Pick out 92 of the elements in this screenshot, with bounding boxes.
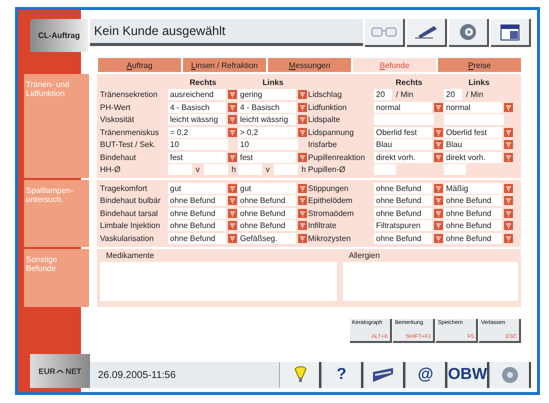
field-label: Bindehaut bulbär [100, 196, 162, 206]
input-field[interactable]: 20 [374, 89, 392, 100]
input-field[interactable]: gut [168, 182, 226, 194]
input-field[interactable]: ohne Befund [374, 182, 432, 194]
input-field[interactable]: Oberlid fest [374, 126, 432, 138]
input-field[interactable]: normal [444, 102, 502, 113]
notes-label: Medikamente [105, 250, 156, 262]
input-field[interactable]: Gefäßseg. [238, 232, 296, 244]
input-field[interactable]: normal [374, 102, 432, 113]
field-label: Mikrozysten [308, 234, 352, 243]
toolbar-button[interactable]: @ [405, 362, 447, 388]
input-field[interactable]: ohne Befund [444, 208, 502, 219]
input-field[interactable]: ohne Befund [238, 195, 296, 206]
input-field[interactable]: Filtratspuren [374, 220, 432, 232]
input-field[interactable]: Oberlid fest [444, 126, 502, 138]
field-label: Tränenmeniskus [100, 128, 160, 137]
input-field[interactable]: Mäßig [444, 182, 502, 194]
field-label: Stromaödem [308, 208, 355, 218]
input-field[interactable]: ohne Befund [374, 195, 432, 206]
field-label: Irisfarbe [308, 140, 338, 150]
input-field[interactable]: ohne Befund [444, 220, 502, 232]
tab[interactable]: Preise [438, 58, 521, 72]
column-header: Links [468, 78, 490, 87]
field-label: Bindehaut [100, 152, 138, 162]
field-label: Lidschlag [308, 90, 343, 100]
section-label: Sonstige Befunde [26, 254, 58, 272]
section-label: Spaltlampen- untersuch. [26, 186, 74, 204]
input-field[interactable]: fest [168, 152, 226, 163]
input-field[interactable]: direkt vorh. [374, 152, 432, 163]
column-header: Rechts [188, 78, 218, 87]
unit-label: / Min [395, 90, 414, 100]
tab[interactable]: Messungen [268, 58, 351, 72]
field-label: HH-Ø [100, 165, 122, 174]
field-label: Epithelödem [308, 196, 354, 206]
input-field[interactable]: 10 [238, 139, 298, 150]
input-field[interactable]: 4 - Basisch [238, 102, 296, 113]
input-field[interactable]: ohne Befund [238, 220, 296, 232]
field-label: Infiltrate [308, 221, 338, 230]
order-badge: CL-Auftrag [30, 19, 88, 52]
toolbar-button[interactable]: ? [321, 362, 363, 388]
input-field[interactable]: ohne Befund [444, 232, 502, 244]
input-field[interactable]: 4 - Basisch [168, 102, 226, 113]
field-label: Lidfunktion [308, 102, 348, 112]
input-field[interactable]: ohne Befund [374, 208, 432, 219]
field-label: Lidspannung [308, 128, 355, 137]
column-header: Rechts [394, 78, 424, 87]
input-field[interactable]: direkt vorh. [444, 152, 502, 163]
input-field[interactable]: = 0,2 [168, 126, 226, 138]
toolbar-button[interactable]: OBW [447, 362, 489, 388]
notes-label: Allergien [348, 250, 381, 262]
unit-label: v [194, 165, 201, 174]
date-time: 26.09.2005-11:56 [97, 370, 177, 380]
input-field[interactable]: > 0,2 [238, 126, 296, 138]
field-label: BUT-Test / Sek. [100, 140, 157, 150]
input-field[interactable]: leicht wässrig [238, 114, 296, 126]
section-label: Tränen- und Lidfunktion [26, 80, 70, 98]
unit-label: h [230, 165, 237, 174]
logo: EUR NET [30, 354, 90, 388]
input-field[interactable]: gering [238, 89, 296, 100]
unit-label: / Min [465, 90, 484, 100]
unit-label: v [264, 165, 271, 174]
input-field[interactable]: leicht wässrig [168, 114, 226, 126]
field-label: Bindehaut tarsal [100, 208, 159, 218]
field-label: Viskosität [100, 115, 136, 124]
input-field[interactable]: ohne Befund [168, 220, 226, 232]
input-field[interactable]: 10 [168, 139, 228, 150]
customer-title-bar: Kein Kunde ausgewählt [90, 19, 363, 46]
input-field[interactable]: ausreichend [168, 89, 226, 100]
field-label: Stippungen [308, 184, 350, 193]
input-field[interactable]: Blau [444, 139, 502, 150]
input-field[interactable]: gut [238, 182, 296, 194]
input-field[interactable]: ohne Befund [374, 232, 432, 244]
column-header: Links [262, 78, 284, 87]
input-field[interactable]: fest [238, 152, 296, 163]
field-label: Pupillen-Ø [308, 165, 346, 174]
input-field[interactable]: ohne Befund [168, 232, 226, 244]
unit-label: h [300, 165, 307, 174]
tab[interactable]: Auftrag [98, 58, 181, 72]
field-label: Limbale Injektion [100, 221, 162, 230]
input-field[interactable]: 20 [444, 89, 462, 100]
input-field[interactable]: ohne Befund [168, 208, 226, 219]
field-label: Pupillenreaktion [308, 152, 366, 162]
input-field[interactable]: ohne Befund [168, 195, 226, 206]
field-label: PH-Wert [100, 102, 132, 112]
input-field[interactable]: ohne Befund [238, 208, 296, 219]
field-label: Tragekomfort [100, 184, 148, 193]
tab[interactable]: Linsen / Refraktion [183, 58, 266, 72]
field-label: Tränensekretion [100, 90, 159, 100]
field-label: Lidspalte [308, 115, 342, 124]
input-field[interactable]: Blau [374, 139, 432, 150]
input-field[interactable]: ohne Befund [444, 195, 502, 206]
field-label: Vaskularisation [100, 234, 155, 243]
